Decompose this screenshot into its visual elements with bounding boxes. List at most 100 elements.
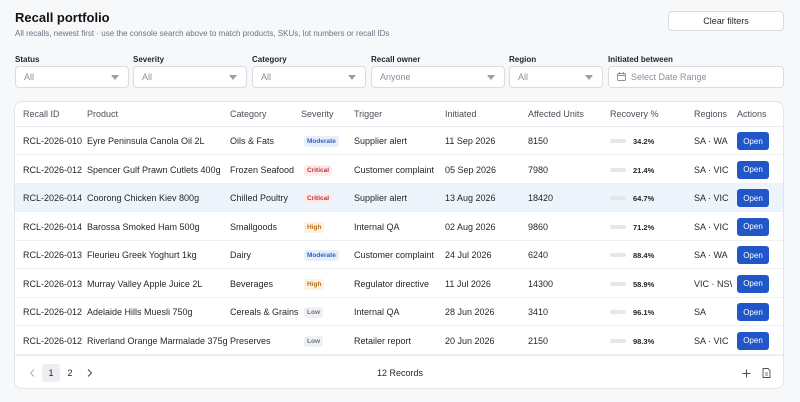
recovery-bar bbox=[610, 139, 626, 143]
open-button[interactable]: Open bbox=[737, 160, 769, 179]
chevron-down-icon bbox=[228, 72, 238, 82]
severity-badge: High bbox=[304, 278, 325, 290]
col-header-initiated[interactable]: Initiated bbox=[445, 109, 477, 119]
next-page-button[interactable] bbox=[81, 364, 99, 382]
category-filter-select[interactable]: All bbox=[252, 66, 366, 88]
recovery-value: 21.4% bbox=[633, 165, 655, 175]
severity-filter-select[interactable]: All bbox=[133, 66, 247, 88]
regions-cell: VIC · NSW bbox=[694, 278, 732, 289]
category-cell: Oils & Fats bbox=[230, 136, 275, 146]
export-icon[interactable] bbox=[760, 367, 772, 379]
recovery-value: 34.2% bbox=[633, 137, 655, 146]
table-row[interactable]: RCL-2026-014 Coorong Chicken Kiev 800g Chi… bbox=[15, 184, 783, 212]
open-button[interactable]: Open bbox=[737, 246, 769, 264]
product-cell: Fleurieu Greek Yoghurt 1kg bbox=[87, 250, 197, 260]
severity-badge: Low bbox=[304, 335, 323, 347]
col-header-recall-id[interactable]: Recall ID bbox=[23, 109, 60, 119]
trigger-cell: Supplier alert bbox=[354, 136, 408, 146]
open-button[interactable]: Open bbox=[737, 274, 769, 293]
trigger-cell: Retailer report bbox=[354, 335, 412, 346]
severity-badge: Critical bbox=[304, 193, 333, 204]
owner-filter-select[interactable]: Anyone bbox=[371, 66, 505, 88]
product-cell: Adelaide Hills Muesli 750g bbox=[87, 307, 193, 317]
table-row[interactable]: RCL-2026-014 Barossa Smoked Ham 500g Small… bbox=[15, 213, 783, 241]
severity-badge: Moderate bbox=[304, 136, 339, 147]
chevron-down-icon bbox=[347, 72, 357, 82]
trigger-cell: Supplier alert bbox=[354, 193, 408, 203]
recovery-value: 64.7% bbox=[633, 194, 655, 203]
date-range-field[interactable]: Select Date Range bbox=[608, 66, 784, 88]
owner-filter-label: Recall owner bbox=[371, 55, 421, 64]
initiated-cell: 20 Jun 2026 bbox=[445, 335, 495, 346]
product-cell: Murray Valley Apple Juice 2L bbox=[87, 278, 203, 289]
col-header-product[interactable]: Product bbox=[87, 109, 118, 119]
regions-cell: SA · VIC · bbox=[694, 193, 732, 203]
regions-cell: SA · VIC · bbox=[694, 164, 732, 175]
table-row[interactable]: RCL-2026-012 Adelaide Hills Muesli 750g Ce… bbox=[15, 298, 783, 326]
affected-units-cell: 2150 bbox=[528, 335, 549, 346]
open-button[interactable]: Open bbox=[737, 331, 769, 350]
open-button[interactable]: Open bbox=[737, 303, 769, 321]
recall-id-cell: RCL-2026-012 bbox=[23, 335, 83, 346]
category-cell: Smallgoods bbox=[230, 221, 278, 232]
chevron-down-icon bbox=[110, 72, 120, 82]
region-filter-value: All bbox=[518, 72, 529, 82]
severity-badge: Low bbox=[304, 307, 323, 318]
category-cell: Chilled Poultry bbox=[230, 193, 289, 203]
regions-cell: SA · WA bbox=[694, 136, 728, 146]
col-header-category[interactable]: Category bbox=[230, 109, 267, 119]
recovery-bar bbox=[610, 281, 626, 286]
region-filter-label: Region bbox=[509, 55, 537, 64]
clear-filters-button[interactable]: Clear filters bbox=[668, 11, 784, 31]
col-header-affected-units[interactable]: Affected Units bbox=[528, 109, 584, 119]
chevron-down-icon bbox=[486, 72, 496, 82]
category-cell: Frozen Seafood bbox=[230, 164, 295, 175]
regions-cell: SA · WA bbox=[694, 250, 728, 260]
recall-id-cell: RCL-2026-012 bbox=[23, 164, 83, 175]
page-subtitle: All recalls, newest first · use the cons… bbox=[15, 29, 390, 38]
region-filter-select[interactable]: All bbox=[509, 66, 603, 88]
trigger-cell: Internal QA bbox=[354, 307, 400, 317]
affected-units-cell: 7980 bbox=[528, 164, 549, 175]
table-row[interactable]: RCL-2026-013 Fleurieu Greek Yoghurt 1kg Da… bbox=[15, 241, 783, 269]
initiated-cell: 13 Aug 2026 bbox=[445, 193, 496, 203]
trigger-cell: Customer complaint bbox=[354, 250, 435, 260]
category-cell: Beverages bbox=[230, 278, 274, 289]
table-row[interactable]: RCL-2026-010 Eyre Peninsula Canola Oil 2L… bbox=[15, 127, 783, 155]
open-button[interactable]: Open bbox=[737, 189, 769, 207]
table-row[interactable]: RCL-2026-013 Murray Valley Apple Juice 2L… bbox=[15, 270, 783, 298]
category-cell: Preserves bbox=[230, 335, 271, 346]
initiated-cell: 05 Sep 2026 bbox=[445, 164, 497, 175]
col-header-trigger[interactable]: Trigger bbox=[354, 109, 382, 119]
col-header-recovery[interactable]: Recovery % bbox=[610, 109, 659, 119]
chevron-down-icon bbox=[584, 72, 594, 82]
col-header-regions[interactable]: Regions bbox=[694, 109, 727, 119]
open-button[interactable]: Open bbox=[737, 217, 769, 236]
recovery-bar bbox=[610, 253, 626, 257]
affected-units-cell: 6240 bbox=[528, 250, 549, 260]
recovery-bar bbox=[610, 167, 626, 172]
col-header-actions: Actions bbox=[737, 109, 767, 119]
col-header-severity[interactable]: Severity bbox=[301, 109, 334, 119]
open-button[interactable]: Open bbox=[737, 132, 769, 150]
status-filter-select[interactable]: All bbox=[15, 66, 129, 88]
initiated-cell: 11 Jul 2026 bbox=[445, 278, 491, 289]
recall-id-cell: RCL-2026-013 bbox=[23, 278, 83, 289]
page-1-button[interactable]: 1 bbox=[42, 364, 60, 382]
prev-page-button[interactable] bbox=[23, 364, 41, 382]
recovery-bar bbox=[610, 310, 626, 314]
page-2-button[interactable]: 2 bbox=[61, 364, 79, 382]
recovery-value: 71.2% bbox=[633, 222, 655, 232]
date-range-label: Initiated between bbox=[608, 55, 673, 64]
recall-id-cell: RCL-2026-013 bbox=[23, 250, 83, 260]
recovery-value: 88.4% bbox=[633, 251, 655, 260]
regions-cell: SA · VIC bbox=[694, 221, 729, 232]
table-row[interactable]: RCL-2026-012 Riverland Orange Marmalade 3… bbox=[15, 327, 783, 355]
add-icon[interactable] bbox=[740, 367, 752, 379]
recall-id-cell: RCL-2026-014 bbox=[23, 221, 83, 232]
recall-id-cell: RCL-2026-012 bbox=[23, 307, 83, 317]
table-row[interactable]: RCL-2026-012 Spencer Gulf Prawn Cutlets 4… bbox=[15, 156, 783, 184]
severity-badge: Critical bbox=[304, 164, 333, 176]
category-cell: Cereals & Grains bbox=[230, 307, 299, 317]
trigger-cell: Internal QA bbox=[354, 221, 400, 232]
